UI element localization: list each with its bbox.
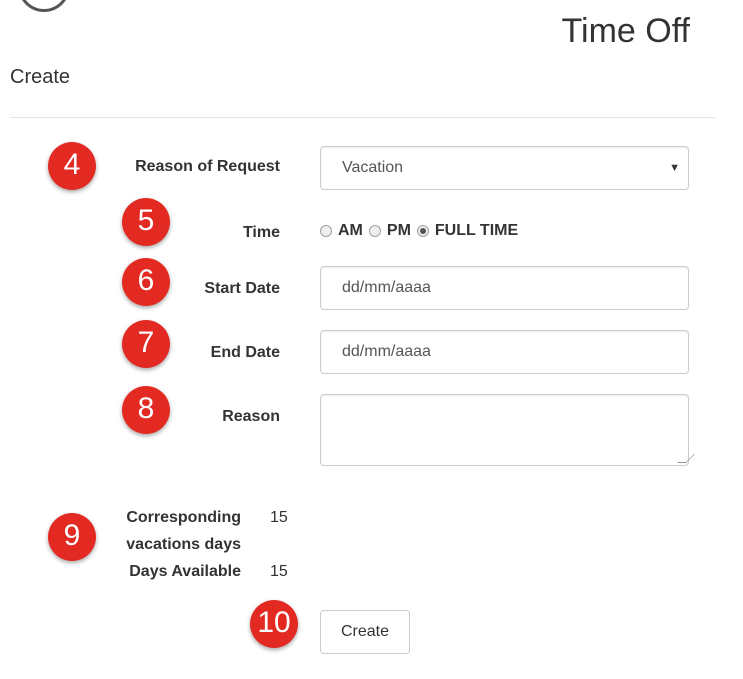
step-marker-5: 5 [122, 198, 170, 246]
step-marker-4: 4 [48, 142, 96, 190]
radio-full-time[interactable] [416, 225, 429, 237]
end-date-label: End Date [210, 344, 280, 361]
radio-pm-label: PM [386, 222, 411, 239]
corresponding-days-value: 15 [270, 509, 288, 526]
divider [10, 117, 715, 118]
page-subtitle: Create [10, 66, 71, 88]
reason-of-request-select[interactable]: Vacation ▼ [320, 146, 689, 190]
create-button[interactable]: Create [320, 610, 410, 654]
start-date-label: Start Date [204, 280, 280, 297]
caret-down-icon: ▼ [669, 162, 680, 174]
reason-label: Reason [222, 408, 280, 425]
step-marker-9: 9 [48, 513, 96, 561]
radio-am[interactable] [320, 225, 332, 237]
corresponding-days-label-line1: Corresponding [126, 509, 241, 526]
days-available-value: 15 [270, 563, 288, 580]
time-label: Time [242, 224, 280, 241]
radio-am-label: AM [338, 222, 363, 239]
time-off-create-page: Time Off Create 4 Reason of Request Vaca… [0, 0, 743, 679]
corresponding-days-label-line2: vacations days [126, 536, 241, 553]
radio-full-time-label: FULL TIME [434, 222, 519, 239]
reason-textarea[interactable] [320, 394, 695, 466]
days-available-label: Days Available [129, 563, 241, 580]
time-radio-group: AM PM FULL TIME [320, 222, 524, 240]
resize-grip-icon[interactable] [677, 454, 695, 463]
start-date-input[interactable]: dd/mm/aaaa [320, 266, 689, 310]
end-date-input[interactable]: dd/mm/aaaa [320, 330, 689, 374]
reason-of-request-label: Reason of Request [135, 158, 280, 175]
step-marker-10: 10 [250, 600, 298, 648]
radio-pm[interactable] [368, 225, 381, 237]
page-title: Time Off [561, 12, 690, 50]
reason-of-request-value: Vacation [342, 159, 404, 176]
partial-circle-icon [18, 0, 70, 12]
